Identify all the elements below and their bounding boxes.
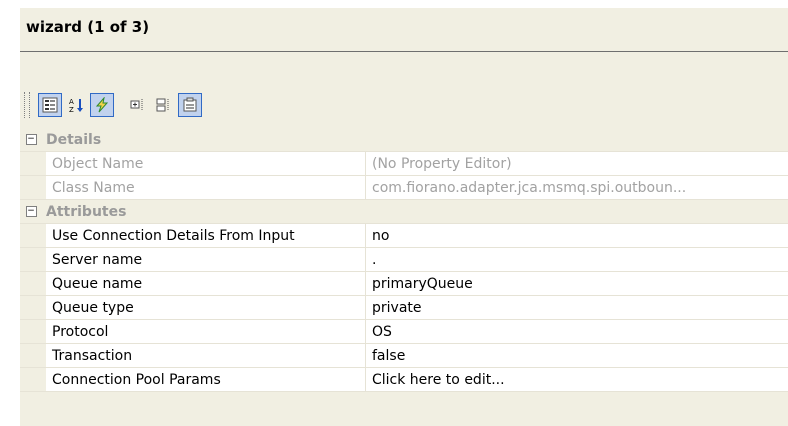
categorized-icon <box>42 97 58 113</box>
property-name: Protocol <box>46 320 366 343</box>
lightning-icon <box>95 97 109 113</box>
category-attributes[interactable]: − Attributes <box>20 200 788 224</box>
property-value[interactable]: false <box>366 344 788 367</box>
property-name: Transaction <box>46 344 366 367</box>
property-pages-button[interactable] <box>178 93 202 117</box>
panel-title: wizard (1 of 3) <box>26 18 150 36</box>
property-pages-icon <box>183 97 197 112</box>
property-row[interactable]: Queue name primaryQueue <box>20 272 788 296</box>
toolbar-grip[interactable] <box>24 92 30 118</box>
property-row[interactable]: Queue type private <box>20 296 788 320</box>
property-value[interactable]: . <box>366 248 788 271</box>
property-value[interactable]: no <box>366 224 788 247</box>
property-value[interactable]: (No Property Editor) <box>366 152 788 175</box>
expand-all-icon <box>130 99 143 111</box>
svg-text:A: A <box>69 98 74 106</box>
property-name: Use Connection Details From Input <box>46 224 366 247</box>
property-row[interactable]: Class Name com.fiorano.adapter.jca.msmq.… <box>20 176 788 200</box>
property-value[interactable]: Click here to edit... <box>366 368 788 391</box>
property-value[interactable]: OS <box>366 320 788 343</box>
category-label: Attributes <box>46 203 127 220</box>
property-name: Class Name <box>46 176 366 199</box>
property-toolbar: A Z <box>24 90 204 120</box>
categorized-button[interactable] <box>38 93 62 117</box>
category-label: Details <box>46 131 102 148</box>
collapse-all-button[interactable] <box>152 93 176 117</box>
title-divider <box>20 51 788 52</box>
events-button[interactable] <box>90 93 114 117</box>
svg-text:Z: Z <box>69 106 74 113</box>
property-row[interactable]: Protocol OS <box>20 320 788 344</box>
property-name: Server name <box>46 248 366 271</box>
property-name: Queue name <box>46 272 366 295</box>
category-details[interactable]: − Details <box>20 128 788 152</box>
collapse-toggle-icon[interactable]: − <box>20 200 42 223</box>
sort-alphabetical-icon: A Z <box>69 98 83 113</box>
alphabetical-button[interactable]: A Z <box>64 93 88 117</box>
property-name: Object Name <box>46 152 366 175</box>
property-name: Queue type <box>46 296 366 319</box>
property-row[interactable]: Server name . <box>20 248 788 272</box>
property-value[interactable]: private <box>366 296 788 319</box>
property-panel: wizard (1 of 3) A Z − Details Object Nam… <box>20 8 788 426</box>
property-value[interactable]: com.fiorano.adapter.jca.msmq.spi.outboun… <box>366 176 788 199</box>
collapse-toggle-icon[interactable]: − <box>20 128 42 151</box>
property-row[interactable]: Use Connection Details From Input no <box>20 224 788 248</box>
property-value[interactable]: primaryQueue <box>366 272 788 295</box>
collapse-all-icon <box>156 98 169 112</box>
property-row[interactable]: Connection Pool Params Click here to edi… <box>20 368 788 392</box>
property-grid: − Details Object Name (No Property Edito… <box>20 128 788 392</box>
property-row[interactable]: Object Name (No Property Editor) <box>20 152 788 176</box>
expand-all-button[interactable] <box>126 93 150 117</box>
property-row[interactable]: Transaction false <box>20 344 788 368</box>
property-name: Connection Pool Params <box>46 368 366 391</box>
